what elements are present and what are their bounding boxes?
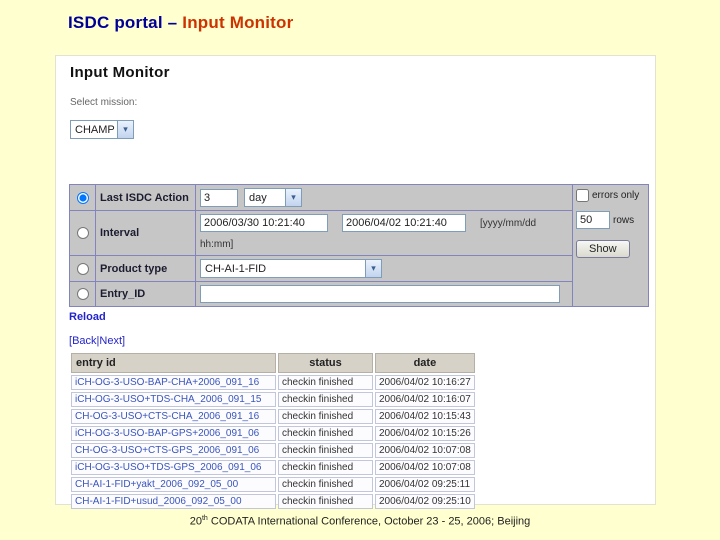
status-cell: checkin finished bbox=[278, 477, 373, 492]
entry-id-label-cell: Entry_ID bbox=[96, 282, 196, 306]
product-type-controls: CH-AI-1-FID ▾ bbox=[196, 256, 572, 282]
interval-from-input[interactable] bbox=[200, 214, 328, 232]
status-cell: checkin finished bbox=[278, 409, 373, 424]
status-cell: checkin finished bbox=[278, 426, 373, 441]
reload-link-wrap: Reload bbox=[69, 311, 106, 323]
last-action-label: Last ISDC Action bbox=[100, 191, 189, 204]
rows-label: rows bbox=[613, 214, 635, 226]
date-cell: 2006/04/02 10:16:07 bbox=[375, 392, 475, 407]
results-table: entry id status date iCH-OG-3-USO-BAP-CH… bbox=[69, 351, 477, 511]
footer-text: CODATA International Conference, October… bbox=[207, 515, 531, 528]
show-button[interactable]: Show bbox=[576, 240, 630, 258]
table-row: iCH-OG-3-USO-BAP-CHA+2006_091_16 checkin … bbox=[71, 375, 475, 390]
date-cell: 2006/04/02 10:15:26 bbox=[375, 426, 475, 441]
entry-id-cell[interactable]: CH-OG-3-USO+CTS-GPS_2006_091_06 bbox=[71, 443, 276, 458]
product-type-value: CH-AI-1-FID bbox=[205, 262, 267, 275]
table-row: CH-OG-3-USO+CTS-CHA_2006_091_16 checkin f… bbox=[71, 409, 475, 424]
date-cell: 2006/04/02 10:07:08 bbox=[375, 460, 475, 475]
product-type-label: Product type bbox=[100, 262, 168, 275]
date-cell: 2006/04/02 10:15:43 bbox=[375, 409, 475, 424]
entry-id-radio[interactable] bbox=[76, 288, 89, 300]
last-action-radio-cell bbox=[70, 185, 96, 211]
table-row: iCH-OG-3-USO-BAP-GPS+2006_091_06 checkin … bbox=[71, 426, 475, 441]
chevron-down-icon[interactable]: ▾ bbox=[285, 189, 301, 206]
status-cell: checkin finished bbox=[278, 460, 373, 475]
table-row: CH-AI-1-FID+usud_2006_092_05_00 checkin f… bbox=[71, 494, 475, 509]
date-cell: 2006/04/02 09:25:10 bbox=[375, 494, 475, 509]
results-body: iCH-OG-3-USO-BAP-CHA+2006_091_16 checkin … bbox=[71, 375, 475, 509]
slide-title-prefix: ISDC portal – bbox=[68, 13, 183, 32]
last-action-radio[interactable] bbox=[76, 191, 89, 204]
last-action-unit-select[interactable]: day ▾ bbox=[244, 188, 302, 207]
entry-id-controls bbox=[196, 282, 572, 306]
column-header-status[interactable]: status bbox=[278, 353, 373, 373]
errors-only-checkbox[interactable] bbox=[576, 189, 589, 202]
table-row: CH-AI-1-FID+yakt_2006_092_05_00 checkin f… bbox=[71, 477, 475, 492]
interval-controls: [yyyy/mm/dd hh:mm] bbox=[196, 211, 572, 256]
results-header-row: entry id status date bbox=[71, 353, 475, 373]
rows-count-input[interactable] bbox=[576, 211, 610, 229]
product-type-label-cell: Product type bbox=[96, 256, 196, 282]
slide-title-highlight: Input Monitor bbox=[182, 13, 294, 32]
interval-label-cell: Interval bbox=[96, 211, 196, 256]
slide-title: ISDC portal – Input Monitor bbox=[68, 13, 293, 33]
entry-id-input[interactable] bbox=[200, 285, 560, 303]
slide-footer: 20th CODATA International Conference, Oc… bbox=[0, 515, 720, 528]
last-action-label-cell: Last ISDC Action bbox=[96, 185, 196, 211]
entry-id-cell[interactable]: CH-AI-1-FID+usud_2006_092_05_00 bbox=[71, 494, 276, 509]
interval-format-hint: [yyyy/mm/dd bbox=[480, 217, 537, 229]
table-row: iCH-OG-3-USO+TDS-CHA_2006_091_15 checkin … bbox=[71, 392, 475, 407]
slide: ISDC portal – Input Monitor Input Monito… bbox=[0, 0, 720, 540]
reload-link[interactable]: Reload bbox=[69, 311, 106, 323]
interval-radio-cell bbox=[70, 211, 96, 256]
entry-id-cell[interactable]: CH-OG-3-USO+CTS-CHA_2006_091_16 bbox=[71, 409, 276, 424]
status-cell: checkin finished bbox=[278, 443, 373, 458]
status-cell: checkin finished bbox=[278, 375, 373, 390]
next-link[interactable]: Next bbox=[99, 335, 122, 347]
status-cell: checkin finished bbox=[278, 392, 373, 407]
entry-id-label: Entry_ID bbox=[100, 288, 146, 300]
entry-id-cell[interactable]: iCH-OG-3-USO+TDS-CHA_2006_091_15 bbox=[71, 392, 276, 407]
page-heading: Input Monitor bbox=[70, 64, 170, 81]
date-cell: 2006/04/02 10:07:08 bbox=[375, 443, 475, 458]
mission-select-value: CHAMP bbox=[75, 123, 115, 136]
content-panel: Input Monitor Select mission: CHAMP ▾ La… bbox=[55, 55, 656, 509]
chevron-down-icon[interactable]: ▾ bbox=[117, 121, 133, 138]
pager: [Back|Next] bbox=[69, 335, 125, 347]
mission-select[interactable]: CHAMP ▾ bbox=[70, 120, 134, 139]
date-cell: 2006/04/02 10:16:27 bbox=[375, 375, 475, 390]
errors-only-label: errors only bbox=[592, 190, 640, 201]
interval-radio[interactable] bbox=[76, 227, 89, 239]
column-header-date[interactable]: date bbox=[375, 353, 475, 373]
chevron-down-icon[interactable]: ▾ bbox=[365, 260, 381, 277]
product-type-radio-cell bbox=[70, 256, 96, 282]
back-link[interactable]: Back bbox=[72, 335, 96, 347]
status-cell: checkin finished bbox=[278, 494, 373, 509]
interval-format-hint-2: hh:mm] bbox=[200, 239, 234, 250]
entry-id-cell[interactable]: CH-AI-1-FID+yakt_2006_092_05_00 bbox=[71, 477, 276, 492]
entry-id-cell[interactable]: iCH-OG-3-USO+TDS-GPS_2006_091_06 bbox=[71, 460, 276, 475]
column-header-entry-id[interactable]: entry id bbox=[71, 353, 276, 373]
date-cell: 2006/04/02 09:25:11 bbox=[375, 477, 475, 492]
product-type-radio[interactable] bbox=[76, 262, 89, 275]
entry-id-radio-cell bbox=[70, 282, 96, 306]
mission-label: Select mission: bbox=[70, 97, 138, 108]
result-options-panel: errors only rows Show bbox=[572, 185, 648, 306]
table-row: iCH-OG-3-USO+TDS-GPS_2006_091_06 checkin … bbox=[71, 460, 475, 475]
interval-label: Interval bbox=[100, 227, 140, 239]
table-row: CH-OG-3-USO+CTS-GPS_2006_091_06 checkin f… bbox=[71, 443, 475, 458]
last-action-unit-value: day bbox=[249, 191, 267, 204]
pager-close-bracket: ] bbox=[122, 335, 126, 347]
interval-to-input[interactable] bbox=[342, 214, 466, 232]
entry-id-cell[interactable]: iCH-OG-3-USO-BAP-GPS+2006_091_06 bbox=[71, 426, 276, 441]
footer-prefix: 20 bbox=[189, 515, 202, 528]
entry-id-cell[interactable]: iCH-OG-3-USO-BAP-CHA+2006_091_16 bbox=[71, 375, 276, 390]
last-action-value-input[interactable] bbox=[200, 188, 238, 207]
filter-form: Last ISDC Action day ▾ errors only rows bbox=[69, 184, 649, 307]
product-type-select[interactable]: CH-AI-1-FID ▾ bbox=[200, 259, 382, 278]
last-action-controls: day ▾ bbox=[196, 185, 572, 211]
